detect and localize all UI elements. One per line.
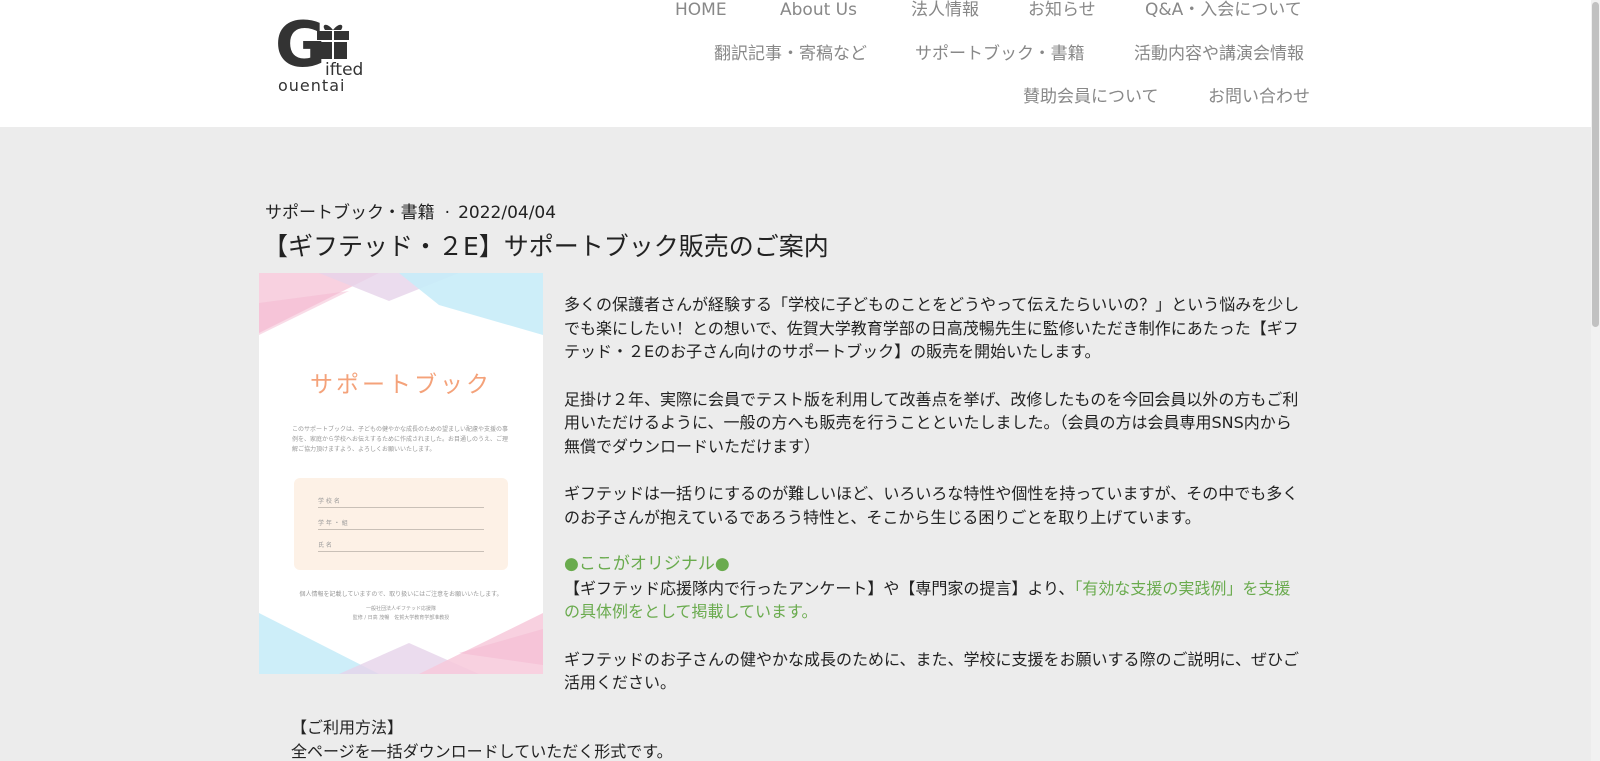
nav-supporting-members[interactable]: 賛助会員について: [1023, 89, 1159, 106]
nav-activities-lectures[interactable]: 活動内容や講演会情報: [1134, 46, 1304, 63]
original-heading: ●ここがオリジナル●: [564, 554, 730, 574]
site-header: G ifted ouentai HOME About Us 法人情報 お知らせ …: [0, 0, 1591, 127]
cover-field-grade: 学 年 ・ 組: [318, 518, 484, 530]
page-title: 【ギフテッド・２E】サポートブック販売のご案内: [263, 232, 829, 261]
site-logo[interactable]: G ifted ouentai: [275, 14, 365, 96]
usage-heading: 【ご利用方法】: [291, 718, 404, 737]
article-body: 多くの保護者さんが経験する「学校に子どものことをどうやって伝えたらいいの？」とい…: [564, 293, 1304, 695]
post-category-link[interactable]: サポートブック・書籍: [265, 203, 435, 223]
gift-icon: [317, 24, 349, 59]
nav-corporate-info[interactable]: 法人情報: [911, 2, 979, 19]
cover-title: サポートブック: [310, 372, 492, 398]
scrollbar-thumb[interactable]: [1592, 2, 1599, 327]
cover-privacy-note: 個人情報を記載していますので、取り扱いにはご注意をお願いいたします。: [299, 591, 503, 598]
meta-separator: ·: [444, 203, 451, 223]
post-date: 2022/04/04: [458, 203, 557, 223]
paragraph-background: 足掛け２年、実際に会員でテスト版を利用して改善点を挙げ、改修したものを今回会員以…: [564, 389, 1299, 456]
nav-home[interactable]: HOME: [675, 2, 727, 19]
nav-qa-membership[interactable]: Q&A・入会について: [1145, 2, 1302, 19]
post-meta: サポートブック・書籍 · 2022/04/04: [265, 198, 556, 223]
main-nav: HOME About Us 法人情報 お知らせ Q&A・入会について 翻訳記事・…: [0, 0, 1591, 127]
paragraph-traits: ギフテッドは一括りにするのが難しいほど、いろいろな特性や個性を持っていますが、そ…: [564, 484, 1299, 527]
nav-supportbook-books[interactable]: サポートブック・書籍: [915, 46, 1085, 63]
nav-contact[interactable]: お問い合わせ: [1208, 89, 1310, 106]
nav-about-us[interactable]: About Us: [780, 2, 857, 19]
cover-org-line2: 監修 / 日高 茂暢 佐賀大学教育学部准教授: [352, 615, 450, 621]
nav-news[interactable]: お知らせ: [1028, 2, 1096, 19]
usage-section: 【ご利用方法】 全ページを一括ダウンロードしていただく形式です。: [291, 716, 673, 761]
cover-org-line1: 一般社団法人ギフテッド応援隊: [365, 606, 436, 612]
cover-description: このサポートブックは、子どもの健やかな成長のための望ましい配慮や支援の事例を、家…: [292, 426, 509, 453]
nav-translated-articles[interactable]: 翻訳記事・寄稿など: [714, 46, 867, 63]
supportbook-cover-image: サポートブック このサポートブックは、子どもの健やかな成長のための望ましい配慮や…: [259, 273, 543, 674]
page-scrollbar[interactable]: [1591, 0, 1600, 761]
cover-field-school: 学 校 名: [318, 496, 484, 508]
paragraph-original: 【ギフテッド応援隊内で行ったアンケート】や【専門家の提言】より、「有効な支援の実…: [564, 577, 1304, 624]
cover-field-name: 氏 名: [318, 540, 484, 552]
paragraph-intro: 多くの保護者さんが経験する「学校に子どものことをどうやって伝えたらいいの？」とい…: [564, 295, 1300, 361]
logo-text-ouentai: ouentai: [278, 76, 346, 95]
original-plain-text: 【ギフテッド応援隊内で行ったアンケート】や【専門家の提言】より、: [564, 578, 1075, 598]
paragraph-closing: ギフテッドのお子さんの健やかな成長のために、また、学校に支援をお願いする際のご説…: [564, 649, 1300, 693]
cover-form-box: 学 校 名 学 年 ・ 組 氏 名: [294, 478, 508, 570]
usage-description: 全ページを一括ダウンロードしていただく形式です。: [291, 741, 673, 761]
cover-organization: 一般社団法人ギフテッド応援隊 監修 / 日高 茂暢 佐賀大学教育学部准教授: [259, 605, 543, 623]
